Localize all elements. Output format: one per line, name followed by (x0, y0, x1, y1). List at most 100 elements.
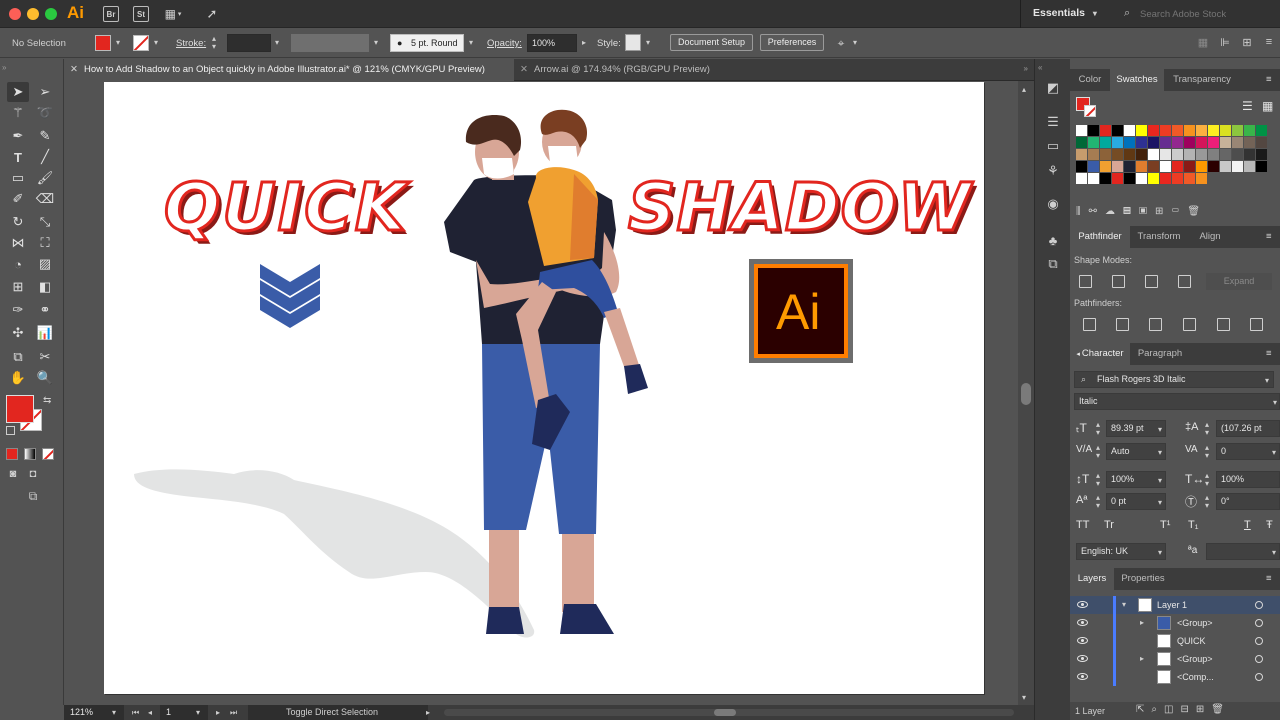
swatch[interactable] (1148, 149, 1159, 160)
align-icon[interactable]: ⊫ (1218, 35, 1232, 49)
stock-button[interactable]: St (133, 6, 149, 22)
font-family-select[interactable]: ⌕ Flash Rogers 3D Italic ▾ (1074, 371, 1274, 388)
target-icon[interactable] (1255, 655, 1263, 663)
swatch[interactable] (1160, 137, 1171, 148)
swatch[interactable] (1076, 161, 1087, 172)
tab-swatches[interactable]: Swatches (1110, 69, 1164, 91)
kerning-input[interactable]: Auto ▾ (1106, 443, 1166, 460)
horizontal-scrollbar[interactable] (444, 709, 1014, 716)
gradient-mode-icon[interactable] (24, 448, 36, 460)
graphic-style-swatch[interactable] (625, 34, 641, 51)
leading-input[interactable]: (107.26 pt (1216, 420, 1280, 437)
swatch[interactable] (1196, 173, 1207, 184)
swatch[interactable] (1148, 137, 1159, 148)
horizontal-scale-stepper[interactable]: ▴ ▾ (1205, 472, 1209, 488)
swatch[interactable] (1184, 149, 1195, 160)
chevron-down-icon[interactable]: ▾ (116, 38, 120, 47)
expand-button[interactable]: Expand (1206, 273, 1272, 290)
swatch[interactable] (1088, 125, 1099, 136)
new-sublayer-icon[interactable]: ⊟ (1180, 704, 1195, 715)
swatch[interactable] (1256, 149, 1267, 160)
fill-color-box[interactable] (6, 395, 34, 423)
swatch[interactable] (1220, 161, 1231, 172)
thumbnail-view-icon[interactable]: ▦ (1262, 99, 1273, 113)
swatch[interactable] (1244, 149, 1255, 160)
font-size-input[interactable]: 89.39 pt ▾ (1106, 420, 1166, 437)
delete-layer-icon[interactable]: 🗑 (1211, 704, 1231, 715)
swatch[interactable] (1148, 161, 1159, 172)
shape-builder-tool-icon[interactable]: ◔ (7, 254, 29, 274)
swatch[interactable] (1184, 125, 1195, 136)
language-select[interactable]: English: UK ▾ (1076, 543, 1166, 560)
swatch[interactable] (1256, 161, 1267, 172)
first-artboard-icon[interactable]: ⏮ (132, 708, 139, 718)
swatch[interactable] (1076, 149, 1087, 160)
stroke-stepper[interactable]: ▴ ▾ (212, 35, 216, 51)
appearance-icon[interactable]: ◉ (1044, 195, 1062, 213)
previous-artboard-icon[interactable]: ◂ (148, 708, 152, 717)
layer-row-group-2[interactable]: ▸ <Group> (1070, 650, 1280, 668)
panel-menu-icon[interactable]: ≡ (1266, 568, 1278, 590)
close-tab-icon[interactable]: ✕ (70, 59, 78, 81)
swatch[interactable] (1160, 125, 1171, 136)
divide-icon[interactable] (1083, 318, 1096, 331)
swatch[interactable] (1100, 137, 1111, 148)
chevron-down-icon[interactable]: ▾ (154, 38, 158, 47)
screen-mode-icon[interactable]: ⧉ (22, 489, 44, 503)
scroll-down-icon[interactable]: ▾ (1022, 693, 1026, 702)
small-caps-button[interactable]: Tr (1104, 519, 1114, 531)
visibility-eye-icon[interactable] (1077, 655, 1088, 662)
swatch[interactable] (1172, 149, 1183, 160)
close-window-button[interactable] (9, 8, 21, 20)
zoom-level[interactable]: 121% ▾ (64, 705, 124, 720)
color-mode-icon[interactable] (6, 448, 18, 460)
recolor-artwork-icon[interactable]: ⌖ (832, 34, 850, 52)
folder-icon[interactable]: ▭ (1171, 206, 1187, 217)
swatch[interactable] (1184, 137, 1195, 148)
character-rotation-input[interactable]: 0° (1216, 493, 1280, 510)
swatch[interactable] (1100, 173, 1111, 184)
opacity-input[interactable]: 100% (527, 34, 577, 52)
swatch[interactable] (1136, 161, 1147, 172)
libraries-icon[interactable]: ☰ (1044, 113, 1062, 131)
panel-menu-icon[interactable]: ≡ (1266, 226, 1278, 248)
swatch[interactable] (1196, 137, 1207, 148)
layer-row-layer-1[interactable]: ▾ Layer 1 (1070, 596, 1280, 614)
list-view-icon[interactable]: ☰ (1242, 99, 1253, 113)
tab-align[interactable]: Align (1190, 226, 1230, 248)
tab-transparency[interactable]: Transparency (1166, 69, 1238, 91)
stroke-weight-input[interactable] (227, 34, 271, 52)
swatch[interactable] (1172, 137, 1183, 148)
direct-selection-tool-icon[interactable]: ➢ (34, 82, 56, 102)
visibility-eye-icon[interactable] (1077, 619, 1088, 626)
draw-normal-icon[interactable]: ◙ (6, 467, 20, 481)
swatch[interactable] (1220, 137, 1231, 148)
swatch[interactable] (1112, 149, 1123, 160)
chevron-down-icon[interactable]: ▾ (1122, 596, 1126, 614)
swatch[interactable] (1172, 173, 1183, 184)
swatch[interactable] (1136, 137, 1147, 148)
new-color-group-icon[interactable]: ▣ (1139, 206, 1155, 217)
font-style-select[interactable]: Italic ▾ (1074, 393, 1280, 410)
swatch[interactable] (1112, 125, 1123, 136)
panel-menu-icon[interactable]: ≡ (1262, 35, 1276, 49)
swatch[interactable] (1184, 161, 1195, 172)
lasso-tool-icon[interactable]: ➰ (34, 103, 56, 123)
visibility-eye-icon[interactable] (1077, 601, 1088, 608)
chevron-down-icon[interactable]: ▾ (374, 38, 378, 47)
color-guide-icon[interactable]: ◩ (1044, 79, 1062, 97)
stroke-swatch[interactable] (133, 35, 149, 51)
chevron-right-icon[interactable]: ▸ (582, 38, 586, 47)
tab-color[interactable]: Color (1070, 69, 1110, 91)
status-menu-icon[interactable]: ▸ (426, 708, 430, 717)
target-icon[interactable] (1255, 619, 1263, 627)
new-layer-icon[interactable]: ⊞ (1196, 704, 1211, 715)
type-tool-icon[interactable]: T (7, 147, 29, 167)
swatch[interactable] (1196, 161, 1207, 172)
swatch[interactable] (1100, 149, 1111, 160)
vertical-scale-input[interactable]: 100% ▾ (1106, 471, 1166, 488)
chevron-down-icon[interactable]: ▾ (646, 38, 650, 47)
tab-current-document[interactable]: ✕ How to Add Shadow to an Object quickly… (64, 59, 514, 81)
draw-behind-icon[interactable]: ◘ (26, 467, 40, 481)
tab-layers[interactable]: Layers (1070, 568, 1114, 590)
